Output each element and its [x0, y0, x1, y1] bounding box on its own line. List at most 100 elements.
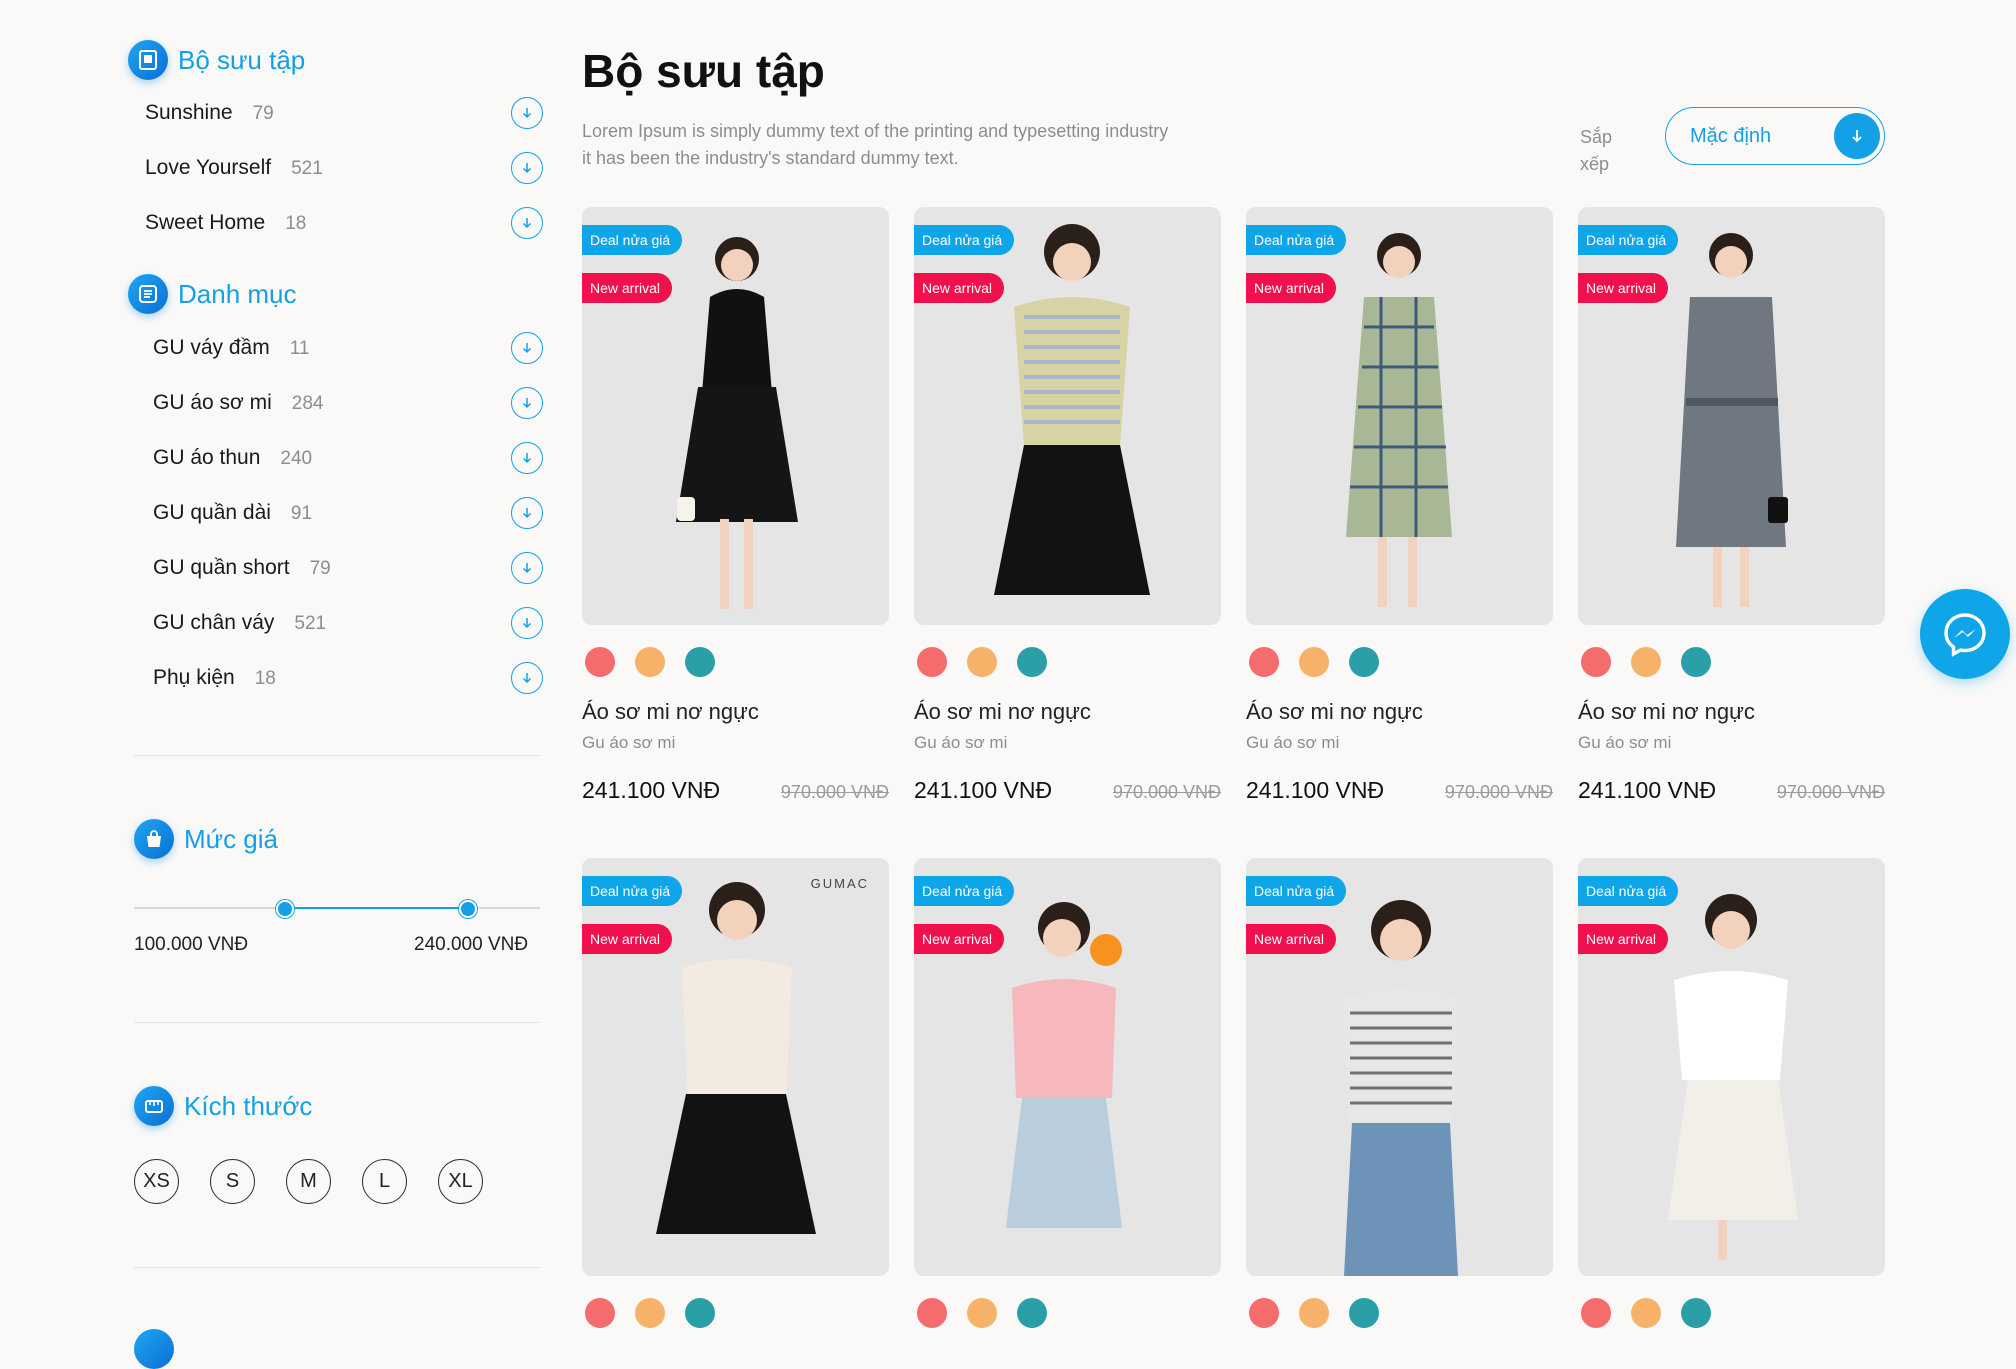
section-icon: [134, 1329, 174, 1369]
color-swatch[interactable]: [1631, 1298, 1661, 1328]
expand-button[interactable]: [511, 96, 543, 129]
product-image[interactable]: Deal nửa giá New arrival: [914, 207, 1221, 625]
expand-button[interactable]: [511, 496, 543, 529]
color-swatch[interactable]: [1581, 647, 1611, 677]
original-price: 970.000 VNĐ: [1776, 782, 1885, 802]
deal-badge: Deal nửa giá: [582, 225, 683, 255]
color-swatch[interactable]: [917, 1298, 947, 1328]
color-swatch[interactable]: [685, 647, 715, 677]
product-card[interactable]: Deal nửa giá New arrival: [914, 858, 1221, 1328]
color-swatch[interactable]: [1017, 647, 1047, 677]
expand-button[interactable]: [511, 606, 543, 639]
ruler-icon: [134, 1086, 174, 1126]
product-image[interactable]: Deal nửa giá New arrival: [1246, 207, 1553, 625]
color-swatch[interactable]: [1631, 647, 1661, 677]
color-swatch[interactable]: [1249, 1298, 1279, 1328]
slider-handle-max[interactable]: [458, 900, 477, 918]
price-header: Mức giá: [134, 819, 278, 859]
deal-badge: Deal nửa giá: [914, 225, 1015, 255]
sort-dropdown[interactable]: Mặc định: [1665, 107, 1885, 165]
size-option-m[interactable]: M: [286, 1159, 331, 1204]
category-count: 11: [289, 337, 310, 359]
product-name[interactable]: Áo sơ mi nơ ngực: [1578, 699, 1885, 725]
expand-button[interactable]: [511, 441, 543, 474]
color-swatch[interactable]: [1017, 1298, 1047, 1328]
expand-button[interactable]: [511, 331, 543, 364]
collection-item-sweet-home[interactable]: Sweet Home 18: [145, 195, 543, 250]
color-swatch[interactable]: [967, 1298, 997, 1328]
color-swatch[interactable]: [1581, 1298, 1611, 1328]
expand-button[interactable]: [511, 206, 543, 239]
category-name: GU áo thun: [153, 445, 261, 469]
collection-item-love-yourself[interactable]: Love Yourself 521: [145, 140, 543, 195]
category-item[interactable]: GU áo thun 240: [153, 430, 543, 485]
product-name[interactable]: Áo sơ mi nơ ngực: [914, 699, 1221, 725]
category-item[interactable]: GU áo sơ mi 284: [153, 375, 543, 430]
collection-name: Sweet Home: [145, 210, 266, 234]
product-image[interactable]: Deal nửa giá New arrival: [914, 858, 1221, 1276]
size-option-s[interactable]: S: [210, 1159, 255, 1204]
category-item[interactable]: GU váy đầm 11: [153, 320, 543, 375]
color-swatch[interactable]: [1349, 647, 1379, 677]
collection-count: 79: [252, 102, 274, 124]
price-tag-icon: [134, 819, 174, 859]
price-range-slider[interactable]: [134, 900, 540, 918]
product-card[interactable]: Deal nửa giá New arrival Áo sơ mi nơ ngự…: [914, 207, 1221, 804]
category-item[interactable]: GU quần short 79: [153, 540, 543, 595]
product-card[interactable]: Deal nửa giá New arrival Áo sơ mi nơ ngự…: [1578, 207, 1885, 804]
expand-button[interactable]: [511, 151, 543, 184]
color-swatch[interactable]: [1249, 647, 1279, 677]
collection-count: 18: [285, 212, 307, 234]
color-swatch[interactable]: [635, 647, 665, 677]
color-swatch[interactable]: [685, 1298, 715, 1328]
color-swatch[interactable]: [1299, 1298, 1329, 1328]
expand-button[interactable]: [511, 386, 543, 419]
product-image[interactable]: Deal nửa giá New arrival GUMAC: [582, 858, 889, 1276]
sale-price: 241.100 VNĐ: [914, 777, 1053, 803]
product-image[interactable]: Deal nửa giá New arrival: [1578, 207, 1885, 625]
color-swatch[interactable]: [1681, 1298, 1711, 1328]
product-price: 241.100 VNĐ 970.000 VNĐ: [582, 777, 889, 804]
expand-button[interactable]: [511, 661, 543, 694]
product-name[interactable]: Áo sơ mi nơ ngực: [582, 699, 889, 725]
new-arrival-badge: New arrival: [1578, 924, 1669, 954]
messenger-button[interactable]: [1920, 589, 2010, 679]
collections-list: Sunshine 79 Love Yourself 521 Sweet Home 18: [145, 85, 543, 250]
product-card[interactable]: Deal nửa giá New arrival: [1578, 858, 1885, 1328]
product-card[interactable]: Deal nửa giá New arrival Áo sơ mi nơ ngự…: [582, 207, 889, 804]
category-item[interactable]: GU chân váy 521: [153, 595, 543, 650]
size-option-xl[interactable]: XL: [438, 1159, 483, 1204]
deal-badge: Deal nửa giá: [582, 876, 683, 906]
category-item[interactable]: GU quần dài 91: [153, 485, 543, 540]
sale-price: 241.100 VNĐ: [1578, 777, 1717, 803]
product-card[interactable]: Deal nửa giá New arrival: [1246, 858, 1553, 1328]
arrow-down-icon: [522, 672, 532, 683]
deal-badge: Deal nửa giá: [1246, 225, 1347, 255]
color-swatch[interactable]: [1681, 647, 1711, 677]
product-name[interactable]: Áo sơ mi nơ ngực: [1246, 699, 1553, 725]
product-card[interactable]: Deal nửa giá New arrival GUMAC: [582, 858, 889, 1328]
product-card[interactable]: Deal nửa giá New arrival Áo sơ mi nơ ngự…: [1246, 207, 1553, 804]
sort-label-line: Sắp: [1580, 127, 1613, 147]
color-swatch[interactable]: [917, 647, 947, 677]
color-swatch[interactable]: [1349, 1298, 1379, 1328]
color-swatch[interactable]: [585, 647, 615, 677]
product-image[interactable]: Deal nửa giá New arrival: [1578, 858, 1885, 1276]
color-swatch[interactable]: [585, 1298, 615, 1328]
color-swatch[interactable]: [1299, 647, 1329, 677]
size-option-l[interactable]: L: [362, 1159, 407, 1204]
new-arrival-badge: New arrival: [582, 924, 673, 954]
color-swatches: [1249, 1298, 1553, 1328]
size-option-xs[interactable]: XS: [134, 1159, 179, 1204]
slider-handle-min[interactable]: [276, 900, 295, 918]
product-image[interactable]: Deal nửa giá New arrival: [1246, 858, 1553, 1276]
category-name: Phụ kiện: [153, 665, 235, 689]
product-image[interactable]: Deal nửa giá New arrival: [582, 207, 889, 625]
color-swatch[interactable]: [967, 647, 997, 677]
collection-item-sunshine[interactable]: Sunshine 79: [145, 85, 543, 140]
color-swatch[interactable]: [635, 1298, 665, 1328]
expand-button[interactable]: [511, 551, 543, 584]
sale-price: 241.100 VNĐ: [1246, 777, 1385, 803]
category-item[interactable]: Phụ kiện 18: [153, 650, 543, 705]
arrow-down-icon: [522, 342, 532, 353]
